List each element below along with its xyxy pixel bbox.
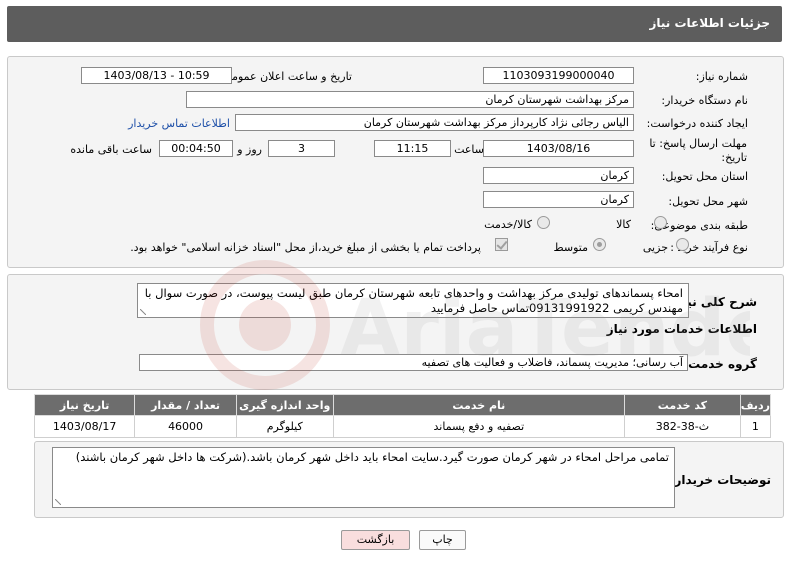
- category-radio-goods[interactable]: [654, 216, 667, 229]
- summary-text: امحاء پسماندهای تولیدی مرکز بهداشت و واح…: [144, 286, 683, 315]
- treasury-payment-note: پرداخت تمام یا بخشی از مبلغ خرید،از محل …: [130, 241, 481, 254]
- requester-label: ایجاد کننده درخواست:: [646, 117, 748, 130]
- service-group-field: آب رسانی؛ مدیریت پسماند، فاضلاب و فعالیت…: [139, 354, 688, 371]
- cell-service-name: تصفیه و دفع پسماند: [332, 415, 626, 438]
- services-section-title: اطلاعات خدمات مورد نیاز: [606, 322, 757, 336]
- remaining-time-field: 00:04:50: [159, 140, 233, 157]
- page-title: جزئیات اطلاعات نیاز: [649, 16, 770, 30]
- buyer-contact-link[interactable]: اطلاعات تماس خریدار: [128, 117, 230, 130]
- col-unit: واحد اندازه گیری: [235, 394, 334, 416]
- remaining-time-label: ساعت باقی مانده: [70, 143, 152, 156]
- resize-grip-icon[interactable]: [140, 309, 146, 315]
- table-header-row: ردیف کد خدمت نام خدمت واحد اندازه گیری ت…: [33, 394, 772, 416]
- need-number-label: شماره نیاز:: [695, 70, 748, 83]
- cell-service-code: ث-38-382: [624, 415, 741, 438]
- city-label: شهر محل تحویل:: [668, 195, 748, 208]
- page-header: جزئیات اطلاعات نیاز: [7, 6, 782, 42]
- back-button[interactable]: بازگشت: [341, 530, 410, 550]
- province-field: کرمان: [483, 167, 634, 184]
- cell-need-date: 1403/08/17: [33, 415, 136, 438]
- deadline-label: مهلت ارسال پاسخ: تا: [649, 137, 747, 150]
- buyer-notes-textarea: تمامی مراحل امحاء در شهر کرمان صورت گیرد…: [52, 447, 675, 508]
- need-info-panel: [7, 56, 784, 268]
- process-radio-minor[interactable]: [676, 238, 689, 251]
- deadline-time-label: ساعت: [454, 143, 484, 156]
- province-label: استان محل تحویل:: [661, 170, 748, 183]
- col-row-number: ردیف: [739, 394, 772, 416]
- buyer-notes-text: تمامی مراحل امحاء در شهر کرمان صورت گیرد…: [75, 450, 669, 464]
- deadline-time-field: 11:15: [374, 140, 451, 157]
- col-need-date: تاریخ نیاز: [33, 394, 136, 416]
- print-button[interactable]: چاپ: [419, 530, 466, 550]
- deadline-label-date: تاریخ:: [721, 151, 747, 164]
- requester-field: الیاس رجائی نژاد کارپرداز مرکز بهداشت شه…: [235, 114, 634, 131]
- process-radio-medium[interactable]: [593, 238, 606, 251]
- cell-row-number: 1: [739, 415, 772, 438]
- category-option-goods-service: کالا/خدمت: [484, 218, 532, 231]
- service-group-label: گروه خدمت:: [683, 357, 757, 371]
- resize-grip-icon[interactable]: [55, 499, 61, 505]
- col-quantity: تعداد / مقدار: [134, 394, 237, 416]
- buyer-org-field: مرکز بهداشت شهرستان کرمان: [186, 91, 634, 108]
- services-table: ردیف کد خدمت نام خدمت واحد اندازه گیری ت…: [33, 394, 772, 438]
- deadline-date-field: 1403/08/16: [483, 140, 634, 157]
- days-label: روز و: [237, 143, 262, 156]
- announce-datetime-label: تاریخ و ساعت اعلان عمومی:: [219, 70, 352, 83]
- col-service-code: کد خدمت: [624, 394, 741, 416]
- city-field: کرمان: [483, 191, 634, 208]
- summary-textarea: امحاء پسماندهای تولیدی مرکز بهداشت و واح…: [137, 283, 689, 318]
- category-option-goods: کالا: [616, 218, 631, 231]
- need-number-field: 1103093199000040: [483, 67, 634, 84]
- table-row: 1 ث-38-382 تصفیه و دفع پسماند کیلوگرم 46…: [33, 415, 772, 438]
- process-option-minor: جزیی: [642, 241, 668, 254]
- buyer-org-label: نام دستگاه خریدار:: [661, 94, 748, 107]
- category-radio-goods-service[interactable]: [537, 216, 550, 229]
- buyer-notes-label: توضیحات خریدار:: [669, 473, 771, 487]
- treasury-payment-checkbox[interactable]: [495, 238, 508, 251]
- cell-quantity: 46000: [134, 415, 237, 438]
- col-service-name: نام خدمت: [332, 394, 626, 416]
- remaining-days-field: 3: [268, 140, 335, 157]
- cell-unit: کیلوگرم: [235, 415, 334, 438]
- process-option-medium: متوسط: [553, 241, 588, 254]
- announce-datetime-field: 1403/08/13 - 10:59: [81, 67, 232, 84]
